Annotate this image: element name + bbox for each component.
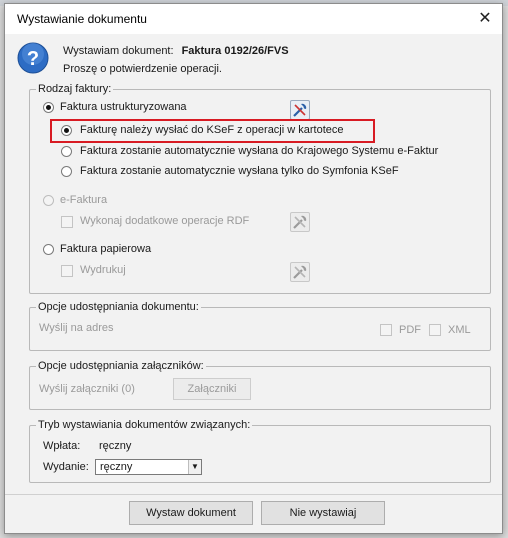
title-bar: Wystawianie dokumentu ✕ [5, 4, 502, 34]
send-to-address-label: Wyślij na adres [39, 322, 114, 334]
document-line: Wystawiam dokument: Faktura 0192/26/FVS [63, 45, 289, 57]
document-number: Faktura 0192/26/FVS [181, 45, 289, 57]
radio-send-from-register[interactable] [61, 125, 72, 136]
dialog-title: Wystawianie dokumentu [17, 12, 147, 26]
radio-efaktura[interactable] [43, 195, 54, 206]
do-not-issue-button[interactable]: Nie wystawiaj [261, 501, 385, 525]
issue-label: Wydanie: [43, 461, 89, 473]
attachments-legend: Opcje udostępniania załączników: [36, 360, 206, 372]
tools-icon[interactable] [290, 262, 310, 282]
radio-paper-invoice[interactable] [43, 244, 54, 255]
issue-document-button[interactable]: Wystaw dokument [129, 501, 253, 525]
structured-invoice-label: Faktura ustrukturyzowana [60, 101, 187, 113]
xml-label: XML [448, 324, 471, 336]
tools-icon[interactable] [290, 212, 310, 232]
payment-value: ręczny [99, 440, 132, 452]
close-button[interactable]: ✕ [474, 8, 496, 30]
rdf-label: Wykonaj dodatkowe operacje RDF [80, 215, 250, 227]
document-prefix: Wystawiam dokument: [63, 45, 174, 57]
radio-structured-invoice[interactable] [43, 102, 54, 113]
pdf-label: PDF [399, 324, 421, 336]
tools-icon[interactable] [290, 100, 310, 120]
attachments-button[interactable]: Załączniki [173, 378, 251, 400]
send-attachments-label: Wyślij załączniki (0) [39, 383, 135, 395]
issue-mode-select[interactable]: ręczny ▼ [95, 459, 202, 475]
checkbox-xml[interactable] [429, 324, 441, 336]
issue-document-dialog: Wystawianie dokumentu ✕ ? Wystawiam doku… [4, 3, 503, 534]
checkbox-pdf[interactable] [380, 324, 392, 336]
chevron-down-icon[interactable]: ▼ [188, 460, 201, 474]
paper-invoice-label: Faktura papierowa [60, 243, 152, 255]
checkbox-rdf[interactable] [61, 216, 73, 228]
question-icon: ? [17, 42, 49, 74]
divider [5, 494, 502, 495]
document-sharing-legend: Opcje udostępniania dokumentu: [36, 301, 201, 313]
auto-send-symfonia-label: Faktura zostanie automatycznie wysłana t… [80, 165, 399, 177]
send-from-register-label: Fakturę należy wysłać do KSeF z operacji… [80, 124, 344, 136]
efaktura-label: e-Faktura [60, 194, 108, 206]
auto-send-ksef-label: Faktura zostanie automatycznie wysłana d… [80, 145, 439, 157]
related-documents-legend: Tryb wystawiania dokumentów związanych: [36, 419, 253, 431]
invoice-type-legend: Rodzaj faktury: [36, 83, 114, 95]
issue-mode-value: ręczny [100, 461, 133, 473]
radio-auto-send-ksef[interactable] [61, 146, 72, 157]
print-label: Wydrukuj [80, 264, 126, 276]
radio-auto-send-symfonia[interactable] [61, 166, 72, 177]
confirm-text: Proszę o potwierdzenie operacji. [63, 63, 222, 75]
payment-label: Wpłata: [43, 440, 81, 452]
svg-text:?: ? [27, 48, 39, 70]
checkbox-print[interactable] [61, 265, 73, 277]
